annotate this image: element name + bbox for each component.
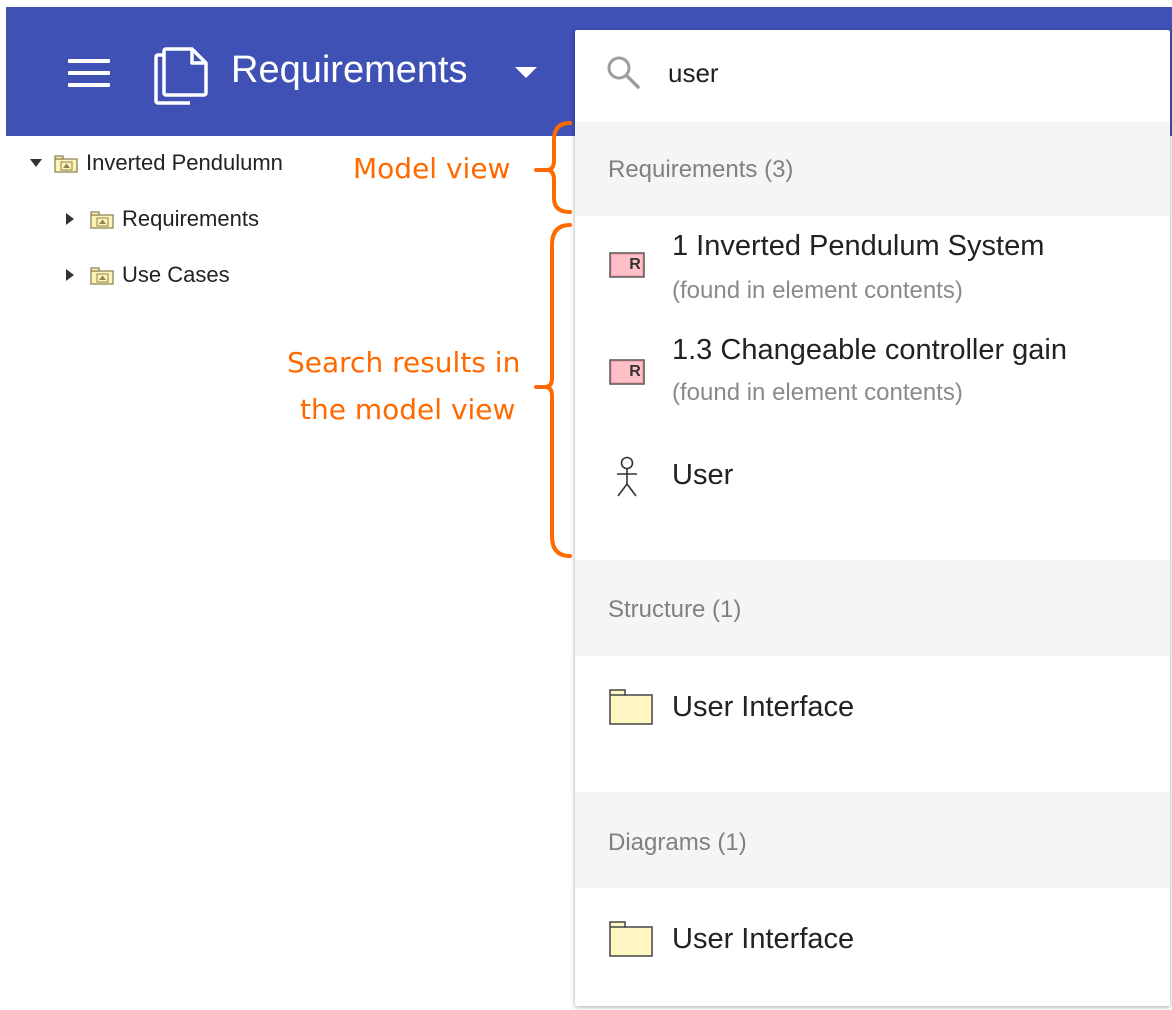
result-title: User Interface: [672, 691, 855, 723]
search-results-annotation-line2: the model view: [300, 393, 516, 426]
result-item-changeable-controller-gain[interactable]: R 1.3 Changeable controller gain (found …: [575, 326, 1170, 418]
result-subtitle: (found in element contents): [672, 379, 963, 406]
tree-item-use-cases[interactable]: Use Cases: [66, 261, 230, 289]
package-icon: [90, 211, 114, 229]
actor-icon: [617, 456, 637, 497]
expand-arrow-icon[interactable]: [30, 159, 42, 167]
result-title: User Interface: [672, 923, 855, 955]
search-results-annotation-line1: Search results in: [287, 346, 521, 379]
model-view-annotation: Model view: [353, 152, 511, 185]
result-title: User: [672, 459, 734, 491]
package-icon: [54, 155, 78, 173]
folder-icon: [609, 689, 653, 725]
document-copy-icon: [154, 47, 208, 105]
section-title: Structure (1): [608, 596, 742, 623]
folder-icon: [609, 921, 653, 957]
expand-arrow-icon[interactable]: [66, 213, 74, 225]
section-title: Diagrams (1): [608, 829, 747, 856]
result-item-diagrams-user-interface[interactable]: User Interface: [575, 906, 1170, 986]
search-input[interactable]: [668, 56, 1148, 90]
result-title: 1 Inverted Pendulum System: [672, 230, 1045, 262]
result-subtitle: (found in element contents): [672, 277, 963, 304]
requirement-badge: R: [629, 363, 641, 380]
hamburger-menu-icon[interactable]: [68, 59, 112, 89]
tree-item-label: Use Cases: [122, 262, 230, 287]
caret-down-icon[interactable]: [515, 67, 537, 78]
search-icon[interactable]: [605, 54, 641, 90]
tree-item-requirements[interactable]: Requirements: [66, 205, 259, 233]
section-header-diagrams: Diagrams (1): [575, 792, 1170, 888]
tree-item-label: Requirements: [122, 206, 259, 231]
section-title: Requirements (3): [608, 156, 794, 183]
page-title[interactable]: Requirements: [231, 48, 468, 92]
result-item-user[interactable]: User: [575, 440, 1170, 520]
result-item-structure-user-interface[interactable]: User Interface: [575, 674, 1170, 754]
expand-arrow-icon[interactable]: [66, 269, 74, 281]
requirement-badge: R: [629, 256, 641, 273]
result-title: 1.3 Changeable controller gain: [672, 334, 1067, 366]
section-header-requirements: Requirements (3): [575, 122, 1170, 216]
result-item-inverted-pendulum-system[interactable]: R 1 Inverted Pendulum System (found in e…: [575, 222, 1170, 314]
package-icon: [90, 267, 114, 285]
tree-item-root[interactable]: Inverted Pendulumn: [30, 149, 283, 177]
tree-item-label: Inverted Pendulumn: [86, 150, 283, 175]
section-header-structure: Structure (1): [575, 560, 1170, 656]
